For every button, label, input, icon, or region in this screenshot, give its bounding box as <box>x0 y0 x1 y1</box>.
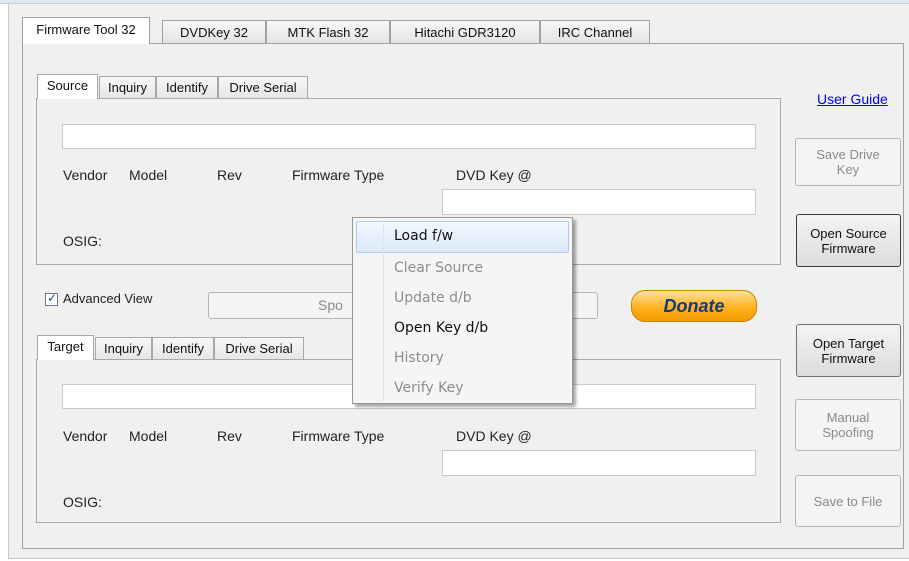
tab-target[interactable]: Target <box>37 335 94 360</box>
source-vendor-label: Vendor <box>63 167 108 183</box>
tab-target-drive-serial[interactable]: Drive Serial <box>214 337 304 359</box>
menu-item-update-db[interactable]: Update d/b <box>353 283 572 313</box>
tab-source[interactable]: Source <box>37 74 98 99</box>
source-dvd-key-label: DVD Key @ <box>456 167 532 183</box>
target-rev-label: Rev <box>217 428 242 444</box>
target-dvd-key-field[interactable] <box>442 450 756 476</box>
source-firmware-type-label: Firmware Type <box>292 167 385 183</box>
target-dvd-key-label: DVD Key @ <box>456 428 532 444</box>
advanced-view-checkbox[interactable]: ✓ <box>45 291 58 306</box>
tab-firmware-tool-32[interactable]: Firmware Tool 32 <box>22 17 150 44</box>
context-menu: Load f/w Clear Source Update d/b Open Ke… <box>352 217 573 404</box>
open-source-firmware-button[interactable]: Open Source Firmware <box>796 214 901 267</box>
donate-button[interactable]: Donate <box>631 290 757 322</box>
tab-dvdkey-32[interactable]: DVDKey 32 <box>162 20 266 44</box>
advanced-view-label: Advanced View <box>63 291 153 306</box>
tab-source-identify[interactable]: Identify <box>156 76 218 98</box>
menu-item-open-key-db[interactable]: Open Key d/b <box>353 313 572 343</box>
open-target-firmware-button[interactable]: Open Target Firmware <box>796 324 901 377</box>
spoof-button-label: Spo <box>318 297 343 313</box>
menu-item-clear-source[interactable]: Clear Source <box>353 253 572 283</box>
menu-gutter-divider <box>383 220 384 401</box>
menu-item-load-fw[interactable]: Load f/w <box>356 221 569 253</box>
save-drive-key-button[interactable]: Save Drive Key <box>795 138 901 186</box>
tab-source-drive-serial[interactable]: Drive Serial <box>218 76 308 98</box>
user-guide-link[interactable]: User Guide <box>817 91 888 107</box>
manual-spoofing-button[interactable]: Manual Spoofing <box>795 399 901 451</box>
tab-source-inquiry[interactable]: Inquiry <box>99 76 156 98</box>
source-osig-label: OSIG: <box>63 233 102 249</box>
target-osig-label: OSIG: <box>63 494 102 510</box>
tab-hitachi-gdr3120[interactable]: Hitachi GDR3120 <box>390 20 540 44</box>
source-info-field[interactable] <box>62 124 756 149</box>
source-dvd-key-field[interactable] <box>442 189 756 215</box>
checkmark-icon: ✓ <box>47 291 58 305</box>
save-to-file-button[interactable]: Save to File <box>795 475 901 527</box>
target-vendor-label: Vendor <box>63 428 108 444</box>
tab-irc-channel[interactable]: IRC Channel <box>540 20 650 44</box>
tab-mtk-flash-32[interactable]: MTK Flash 32 <box>266 20 390 44</box>
tab-target-inquiry[interactable]: Inquiry <box>95 337 152 359</box>
tab-target-identify[interactable]: Identify <box>152 337 214 359</box>
menu-item-verify-key[interactable]: Verify Key <box>353 373 572 403</box>
target-model-label: Model <box>129 428 168 444</box>
target-firmware-type-label: Firmware Type <box>292 428 385 444</box>
menu-item-history[interactable]: History <box>353 343 572 373</box>
source-rev-label: Rev <box>217 167 242 183</box>
source-model-label: Model <box>129 167 168 183</box>
